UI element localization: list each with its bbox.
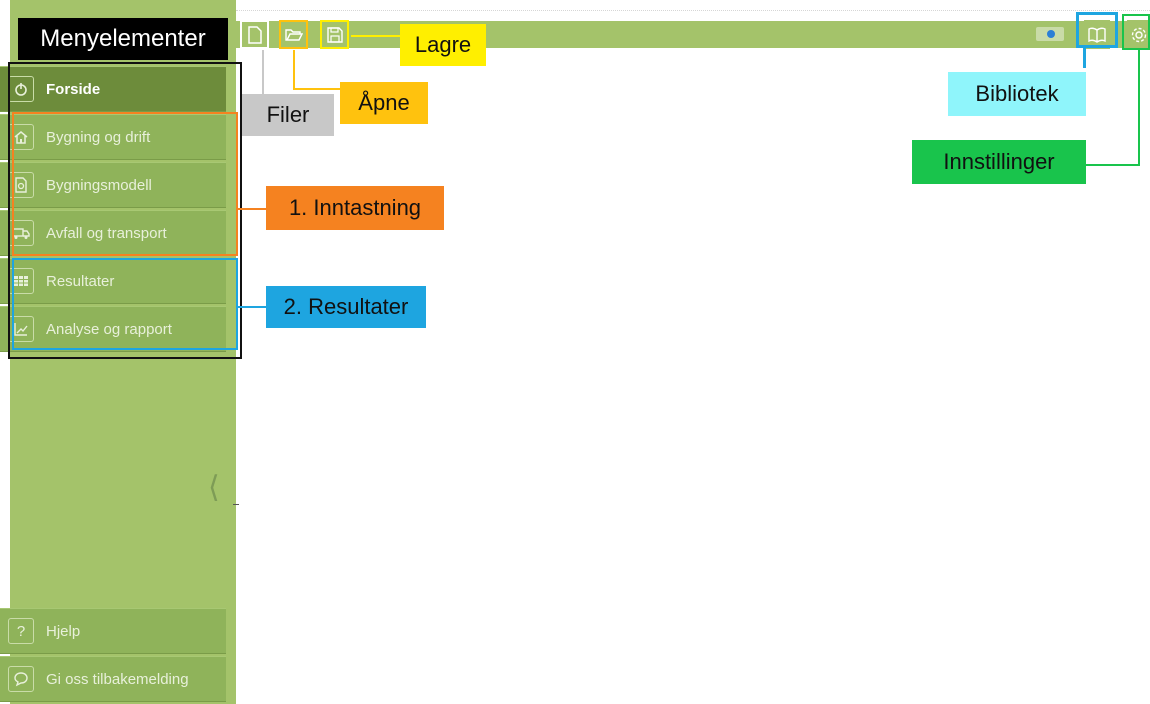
sidebar-item-label: Bygning og drift: [46, 128, 151, 146]
house-icon: [8, 124, 34, 150]
gear-icon: [1131, 27, 1147, 42]
sidebar-item-label: Gi oss tilbakemelding: [46, 670, 189, 688]
innstillinger-connector: [1086, 164, 1140, 166]
innstillinger-callout: Innstillinger: [912, 140, 1086, 184]
sidebar-item-label: Hjelp: [46, 622, 81, 640]
notification-dot: [1047, 30, 1055, 38]
sidebar-item-forside[interactable]: Forside: [0, 66, 226, 112]
resultater-callout: 2. Resultater: [266, 286, 426, 328]
menu-callout: Menyelementer: [18, 18, 228, 60]
collapse-sidebar-handle[interactable]: ⟨: [208, 470, 220, 505]
table-icon: [8, 268, 34, 294]
sidebar-item-hjelp[interactable]: ? Hjelp: [0, 608, 226, 654]
filer-connector: [262, 50, 264, 98]
sidebar-item-resultater[interactable]: Resultater: [0, 258, 226, 304]
lagre-callout: Lagre: [400, 24, 486, 66]
document-icon: [8, 172, 34, 198]
ruler: [236, 10, 1150, 16]
sidebar-item-bygningsmodell[interactable]: Bygningsmodell: [0, 162, 226, 208]
file-icon: [247, 25, 262, 44]
sidebar-item-avfall-og-transport[interactable]: Avfall og transport: [0, 210, 226, 256]
resultater-connector: [236, 306, 266, 308]
divider: [233, 504, 239, 505]
sidebar-item-bygning-og-drift[interactable]: Bygning og drift: [0, 114, 226, 160]
truck-icon: [8, 220, 34, 246]
folder-open-icon: [284, 28, 303, 41]
innstillinger-connector: [1138, 50, 1140, 166]
sidebar-item-label: Bygningsmodell: [46, 176, 152, 194]
lagre-connector: [351, 35, 401, 37]
sidebar-item-feedback[interactable]: Gi oss tilbakemelding: [0, 656, 226, 702]
settings-button[interactable]: [1127, 20, 1150, 49]
apne-callout: Åpne: [340, 82, 428, 124]
inntastning-connector: [236, 208, 266, 210]
library-button[interactable]: [1084, 20, 1110, 49]
apne-connector: [293, 88, 343, 90]
apne-connector: [293, 50, 295, 90]
sidebar-item-label: Resultater: [46, 272, 115, 290]
chat-bubble-icon: [8, 666, 34, 692]
chart-icon: [8, 316, 34, 342]
sidebar-item-label: Avfall og transport: [46, 224, 167, 242]
sidebar-item-analyse-og-rapport[interactable]: Analyse og rapport: [0, 306, 226, 352]
inntastning-callout: 1. Inntastning: [266, 186, 444, 230]
open-button[interactable]: [279, 20, 308, 49]
save-button[interactable]: [320, 20, 349, 49]
filer-callout: Filer: [242, 94, 334, 136]
question-icon: ?: [8, 618, 34, 644]
bibliotek-callout: Bibliotek: [948, 72, 1086, 116]
floppy-disk-icon: [326, 26, 343, 43]
bibliotek-connector: [1083, 48, 1086, 68]
book-icon: [1088, 27, 1106, 43]
sidebar-item-label: Forside: [46, 80, 101, 98]
new-file-button[interactable]: [240, 20, 269, 49]
home-circle-icon: [8, 76, 34, 102]
sidebar-item-label: Analyse og rapport: [46, 320, 172, 338]
